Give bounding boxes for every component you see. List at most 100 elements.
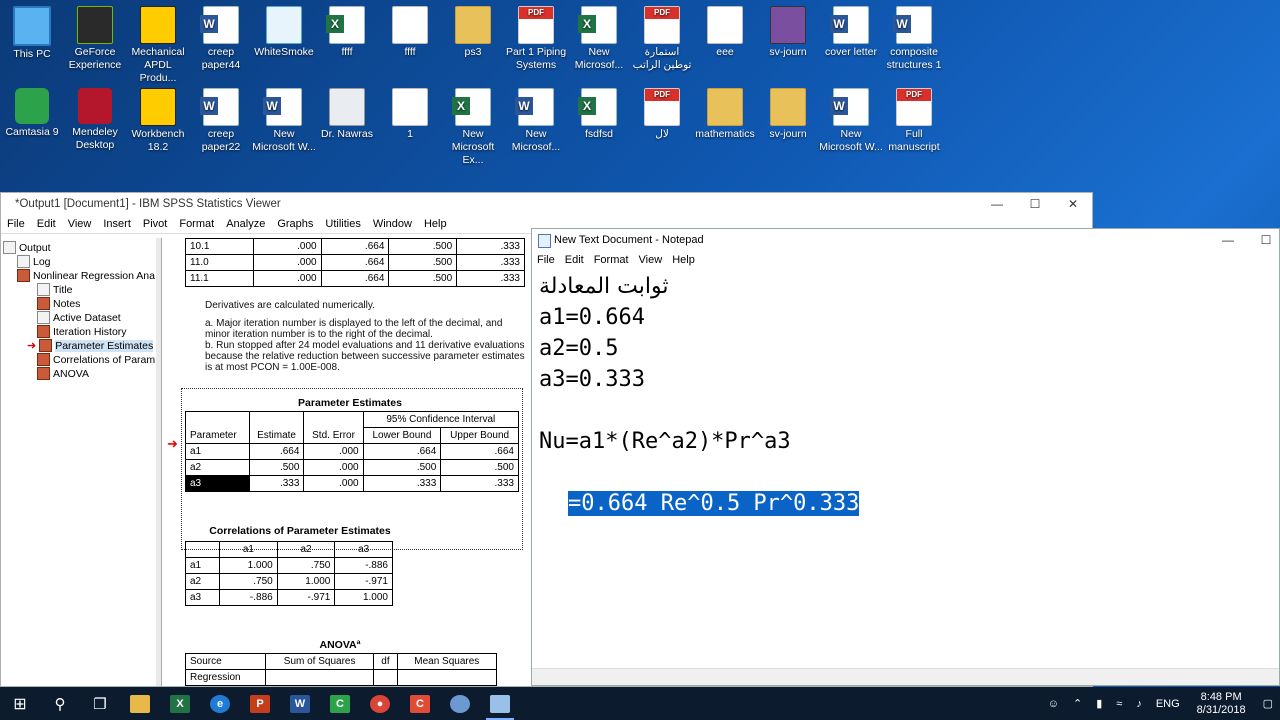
outline-item-notes[interactable]: Notes — [37, 297, 80, 310]
spss-menu-insert[interactable]: Insert — [97, 215, 137, 233]
desktop-icon[interactable]: ps3 — [441, 0, 505, 59]
desktop-icon[interactable]: Camtasia 9 — [0, 82, 64, 139]
spss-menu-pivot[interactable]: Pivot — [137, 215, 173, 233]
desktop-icon[interactable]: 1 — [378, 82, 442, 141]
clock[interactable]: 8:48 PM 8/31/2018 — [1187, 691, 1256, 717]
people-icon[interactable]: ☺ — [1041, 698, 1066, 710]
notepad-text-area[interactable]: ثوابت المعادلة a1=0.664 a2=0.5 a3=0.333 … — [539, 271, 860, 519]
minimize-icon[interactable]: — — [1209, 229, 1247, 251]
desktop-icon[interactable]: WhiteSmoke — [252, 0, 316, 59]
maximize-icon[interactable]: ☐ — [1016, 193, 1054, 215]
desktop-icon[interactable]: creep paper22 — [189, 82, 253, 154]
desktop-icon[interactable]: استمارة توطين الراتب — [630, 0, 694, 72]
spss-menu-view[interactable]: View — [62, 215, 98, 233]
desktop-icon[interactable]: ffff — [315, 0, 379, 59]
spss-menu-analyze[interactable]: Analyze — [220, 215, 271, 233]
close-icon[interactable]: ✕ — [1054, 193, 1092, 215]
chevron-up-icon[interactable]: ⌃ — [1066, 697, 1089, 710]
language-indicator[interactable]: ENG — [1149, 698, 1187, 710]
excel-icon — [578, 88, 617, 126]
spss-menu-utilities[interactable]: Utilities — [319, 215, 366, 233]
outline-pane[interactable]: Output Log Nonlinear Regression Ana Titl… — [1, 238, 157, 686]
task-view-button[interactable]: ❐ — [80, 687, 120, 720]
table-row: a1 a2 a3 — [184, 541, 393, 558]
notepad-menu-format[interactable]: Format — [589, 251, 634, 269]
desktop-icon-label: fsdfsd — [584, 128, 613, 140]
notepad-menu-file[interactable]: File — [532, 251, 560, 269]
desktop-icon[interactable]: لال — [630, 82, 694, 141]
desktop-icon[interactable]: Workbench 18.2 — [126, 82, 190, 154]
desktop-icon[interactable]: sv-journ — [756, 0, 820, 59]
volume-icon[interactable]: ♪ — [1129, 698, 1149, 710]
notepad-window[interactable]: New Text Document - Notepad — ☐ File Edit… — [531, 228, 1280, 686]
correlations-table[interactable]: a1 a2 a3 a1 1.000.750 -.886 a2.750 1.000 -.971 a3… — [184, 541, 393, 606]
maximize-icon[interactable]: ☐ — [1247, 229, 1279, 251]
desktop-icon[interactable]: Dr. Nawras — [315, 82, 379, 141]
selected-text[interactable]: =0.664 Re^0.5 Pr^0.333 — [568, 491, 860, 516]
desktop-icon[interactable]: mathematics — [693, 82, 757, 141]
desktop-icon[interactable]: composite structures 1 — [882, 0, 946, 72]
notepad-menu-view[interactable]: View — [634, 251, 668, 269]
outline-item-correlations[interactable]: Correlations of Param — [37, 353, 155, 366]
minimize-icon[interactable]: — — [978, 193, 1016, 215]
desktop-icon[interactable]: This PC — [0, 0, 64, 61]
spss-titlebar[interactable]: *Output1 [Document1] - IBM SPSS Statisti… — [1, 193, 1092, 215]
spss-menu-edit[interactable]: Edit — [31, 215, 62, 233]
spss-menu-file[interactable]: File — [1, 215, 31, 233]
horizontal-scrollbar[interactable] — [532, 668, 1279, 685]
desktop-icon[interactable]: GeForce Experience — [63, 0, 127, 72]
taskbar-edge[interactable]: e — [200, 687, 240, 720]
spss-menu-window[interactable]: Window — [367, 215, 418, 233]
outline-item-title[interactable]: Title — [37, 283, 72, 296]
spss-menu-help[interactable]: Help — [418, 215, 453, 233]
battery-icon[interactable]: ▮ — [1089, 697, 1109, 710]
spss-menu-format[interactable]: Format — [173, 215, 220, 233]
taskbar-word[interactable]: W — [280, 687, 320, 720]
desktop-icon[interactable]: ffff — [378, 0, 442, 59]
taskbar-notepad[interactable] — [480, 687, 520, 720]
desktop-icon[interactable]: New Microsoft W... — [252, 82, 316, 154]
desktop-icon[interactable]: Part 1 Piping Systems — [504, 0, 568, 72]
taskbar-powerpoint[interactable]: P — [240, 687, 280, 720]
desktop-icon[interactable]: eee — [693, 0, 757, 59]
outline-item-log[interactable]: Log — [17, 255, 51, 268]
parameter-estimates-table[interactable]: Parameter Estimate Std. Error 95% Confidenc… — [185, 411, 520, 492]
notepad-titlebar[interactable]: New Text Document - Notepad — ☐ — [532, 229, 1279, 251]
desktop-icon[interactable]: New Microsof... — [504, 82, 568, 154]
wifi-icon[interactable]: ≈ — [1109, 698, 1129, 710]
search-button[interactable]: ⚲ — [40, 687, 80, 720]
desktop-icon[interactable]: sv-journ — [756, 82, 820, 141]
notepad-menu-edit[interactable]: Edit — [560, 251, 589, 269]
taskbar-camtasia-recorder[interactable]: C — [400, 687, 440, 720]
notepad-menu-help[interactable]: Help — [667, 251, 700, 269]
taskbar-excel[interactable]: X — [160, 687, 200, 720]
pane-splitter[interactable] — [156, 238, 162, 686]
outline-item-output[interactable]: Output — [3, 241, 51, 254]
outline-item-anova[interactable]: ANOVA — [37, 367, 89, 380]
notifications-icon[interactable]: ▢ — [1256, 697, 1280, 710]
table-cell: 1.000 — [219, 557, 278, 574]
outline-item-nonlinear[interactable]: Nonlinear Regression Ana — [17, 269, 155, 282]
notepad-menubar: File Edit Format View Help — [532, 251, 1279, 269]
taskbar-chrome[interactable]: ● — [360, 687, 400, 720]
desktop-icon[interactable]: New Microsoft W... — [819, 82, 883, 154]
table-cell: Std. Error — [303, 411, 364, 444]
taskbar-spss[interactable] — [440, 687, 480, 720]
desktop-icon[interactable]: Full manuscript — [882, 82, 946, 154]
desktop-icon[interactable]: New Microsoft Ex... — [441, 82, 505, 167]
desktop-icon[interactable]: Mechanical APDL Produ... — [126, 0, 190, 85]
desktop-icon[interactable]: New Microsof... — [567, 0, 631, 72]
start-button[interactable]: ⊞ — [0, 687, 40, 720]
desktop-icon[interactable]: Mendeley Desktop — [63, 82, 127, 152]
outline-item-active-dataset[interactable]: Active Dataset — [37, 311, 121, 324]
iteration-history-table[interactable]: 10.1.000.664.500.333 11.0.000.664.500.333… — [185, 238, 525, 287]
taskbar-camtasia[interactable]: C — [320, 687, 360, 720]
outline-item-parameter-estimates[interactable]: ➜ Parameter Estimates — [27, 339, 154, 352]
anova-table[interactable]: Source Sum of Squares df Mean Squares Regres… — [185, 653, 498, 686]
desktop-icon[interactable]: fsdfsd — [567, 82, 631, 141]
outline-item-iteration-history[interactable]: Iteration History — [37, 325, 127, 338]
desktop-icon[interactable]: cover letter — [819, 0, 883, 59]
desktop-icon[interactable]: creep paper44 — [189, 0, 253, 72]
taskbar-explorer[interactable] — [120, 687, 160, 720]
spss-menu-graphs[interactable]: Graphs — [271, 215, 319, 233]
